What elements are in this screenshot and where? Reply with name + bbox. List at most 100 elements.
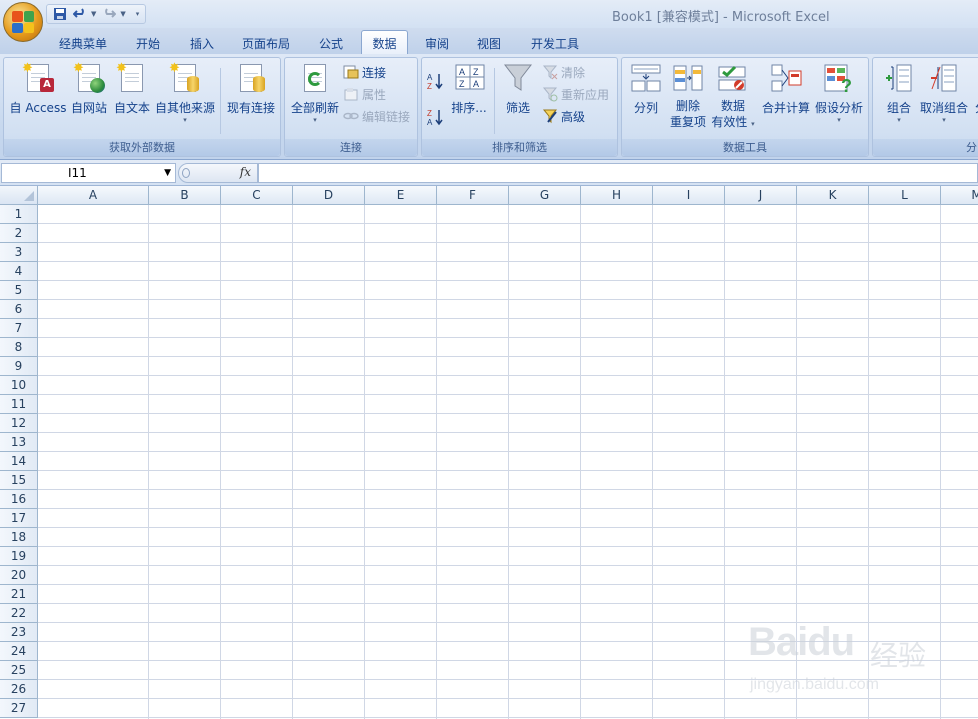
gridline-horizontal (38, 717, 978, 718)
gridline-horizontal (38, 546, 978, 547)
row-header-15[interactable]: 15 (0, 471, 38, 490)
row-header-3[interactable]: 3 (0, 243, 38, 262)
tab-developer[interactable]: 开发工具 (520, 32, 590, 54)
column-header-c[interactable]: C (221, 186, 293, 205)
redo-dropdown-icon[interactable]: ▼ (120, 10, 125, 18)
reapply-button[interactable]: 重新应用 (542, 84, 609, 104)
tab-page-layout[interactable]: 页面布局 (232, 32, 300, 54)
gridline-horizontal (38, 318, 978, 319)
resize-handle-icon[interactable] (182, 168, 190, 178)
column-header-l[interactable]: L (869, 186, 941, 205)
other-sources-icon: ✸ (169, 62, 201, 94)
title-bar: ▼ ▼ ▾ Book1 [兼容模式] - Microsoft Excel (0, 0, 978, 42)
row-header-8[interactable]: 8 (0, 338, 38, 357)
row-header-21[interactable]: 21 (0, 585, 38, 604)
column-header-j[interactable]: J (725, 186, 797, 205)
undo-dropdown-icon[interactable]: ▼ (91, 10, 96, 18)
tab-classic-menu[interactable]: 经典菜单 (48, 32, 118, 54)
row-header-18[interactable]: 18 (0, 528, 38, 547)
row-header-13[interactable]: 13 (0, 433, 38, 452)
row-header-17[interactable]: 17 (0, 509, 38, 528)
column-header-f[interactable]: F (437, 186, 509, 205)
gridline-horizontal (38, 280, 978, 281)
row-header-1[interactable]: 1 (0, 205, 38, 224)
office-button[interactable] (3, 2, 43, 42)
column-header-h[interactable]: H (581, 186, 653, 205)
column-header-b[interactable]: B (149, 186, 221, 205)
insert-function-button[interactable]: fx (240, 165, 251, 179)
redo-icon[interactable] (100, 6, 118, 22)
row-header-20[interactable]: 20 (0, 566, 38, 585)
column-header-k[interactable]: K (797, 186, 869, 205)
customize-qat-icon[interactable]: ▾ (136, 10, 140, 18)
column-header-e[interactable]: E (365, 186, 437, 205)
tab-insert[interactable]: 插入 (178, 32, 226, 54)
row-header-24[interactable]: 24 (0, 642, 38, 661)
gridline-horizontal (38, 299, 978, 300)
column-header-d[interactable]: D (293, 186, 365, 205)
sort-button[interactable]: AZZA 排序... (449, 60, 489, 116)
column-header-a[interactable]: A (38, 186, 149, 205)
clear-filter-button[interactable]: 清除 (542, 62, 585, 82)
undo-icon[interactable] (71, 6, 89, 22)
subtotal-button[interactable]: 分 (971, 60, 978, 116)
column-header-m[interactable]: M (941, 186, 978, 205)
gridline-horizontal (38, 432, 978, 433)
advanced-filter-button[interactable]: 高级 (542, 106, 585, 126)
row-header-16[interactable]: 16 (0, 490, 38, 509)
existing-connections-button[interactable]: 现有连接 (223, 60, 279, 116)
tab-formulas[interactable]: 公式 (308, 32, 354, 54)
column-header-i[interactable]: I (653, 186, 725, 205)
filter-button[interactable]: 筛选 (498, 60, 538, 116)
what-if-analysis-button[interactable]: ? 假设分析 ▾ (813, 60, 865, 124)
svg-text:Z: Z (427, 82, 432, 90)
row-header-11[interactable]: 11 (0, 395, 38, 414)
name-box[interactable]: I11 ▼ (1, 163, 176, 183)
from-web-button[interactable]: ✸ 自网站 (67, 60, 111, 116)
connections-button[interactable]: 连接 (343, 62, 386, 82)
gridline-horizontal (38, 337, 978, 338)
refresh-all-button[interactable]: 全部刷新 ▾ (287, 60, 343, 124)
row-header-2[interactable]: 2 (0, 224, 38, 243)
row-header-19[interactable]: 19 (0, 547, 38, 566)
row-header-22[interactable]: 22 (0, 604, 38, 623)
properties-button[interactable]: 属性 (343, 84, 386, 104)
from-text-button[interactable]: ✸ 自文本 (110, 60, 154, 116)
text-to-columns-button[interactable]: 分列 (626, 60, 666, 116)
row-header-9[interactable]: 9 (0, 357, 38, 376)
save-icon[interactable] (51, 6, 69, 22)
row-header-26[interactable]: 26 (0, 680, 38, 699)
row-header-12[interactable]: 12 (0, 414, 38, 433)
row-header-27[interactable]: 27 (0, 699, 38, 718)
row-header-4[interactable]: 4 (0, 262, 38, 281)
tab-home[interactable]: 开始 (124, 32, 172, 54)
row-header-23[interactable]: 23 (0, 623, 38, 642)
select-all-button[interactable] (0, 186, 38, 205)
data-validation-button[interactable]: 数据 有效性 ▾ (710, 60, 756, 130)
consolidate-button[interactable]: 合并计算 (760, 60, 812, 116)
row-header-10[interactable]: 10 (0, 376, 38, 395)
tab-view[interactable]: 视图 (466, 32, 512, 54)
dropdown-arrow-icon: ▾ (313, 116, 317, 124)
ungroup-button[interactable]: 取消组合 ▾ (919, 60, 969, 124)
tab-data[interactable]: 数据 (361, 30, 408, 55)
sort-ascending-button[interactable]: AZ (427, 70, 443, 91)
sort-descending-button[interactable]: ZA (427, 106, 443, 127)
group-button[interactable]: 组合 ▾ (877, 60, 921, 124)
row-header-6[interactable]: 6 (0, 300, 38, 319)
row-header-14[interactable]: 14 (0, 452, 38, 471)
name-box-dropdown-icon[interactable]: ▼ (164, 164, 171, 182)
what-if-analysis-icon: ? (823, 62, 855, 96)
row-header-25[interactable]: 25 (0, 661, 38, 680)
funnel-icon (502, 62, 534, 94)
from-other-sources-button[interactable]: ✸ 自其他来源 ▾ (153, 60, 217, 124)
remove-duplicates-button[interactable]: 删除 重复项 (668, 60, 708, 130)
formula-input[interactable] (258, 163, 978, 183)
tab-review[interactable]: 审阅 (414, 32, 460, 54)
edit-links-button[interactable]: 编辑链接 (343, 106, 410, 126)
row-header-7[interactable]: 7 (0, 319, 38, 338)
column-header-g[interactable]: G (509, 186, 581, 205)
worksheet-grid[interactable]: ABCDEFGHIJKLM 1 2 3 4 5 6 7 8 9 10 11 12 13 14 15 16 17 1… (0, 186, 978, 719)
row-header-5[interactable]: 5 (0, 281, 38, 300)
from-access-button[interactable]: ✸ A 自 Access (7, 60, 69, 116)
